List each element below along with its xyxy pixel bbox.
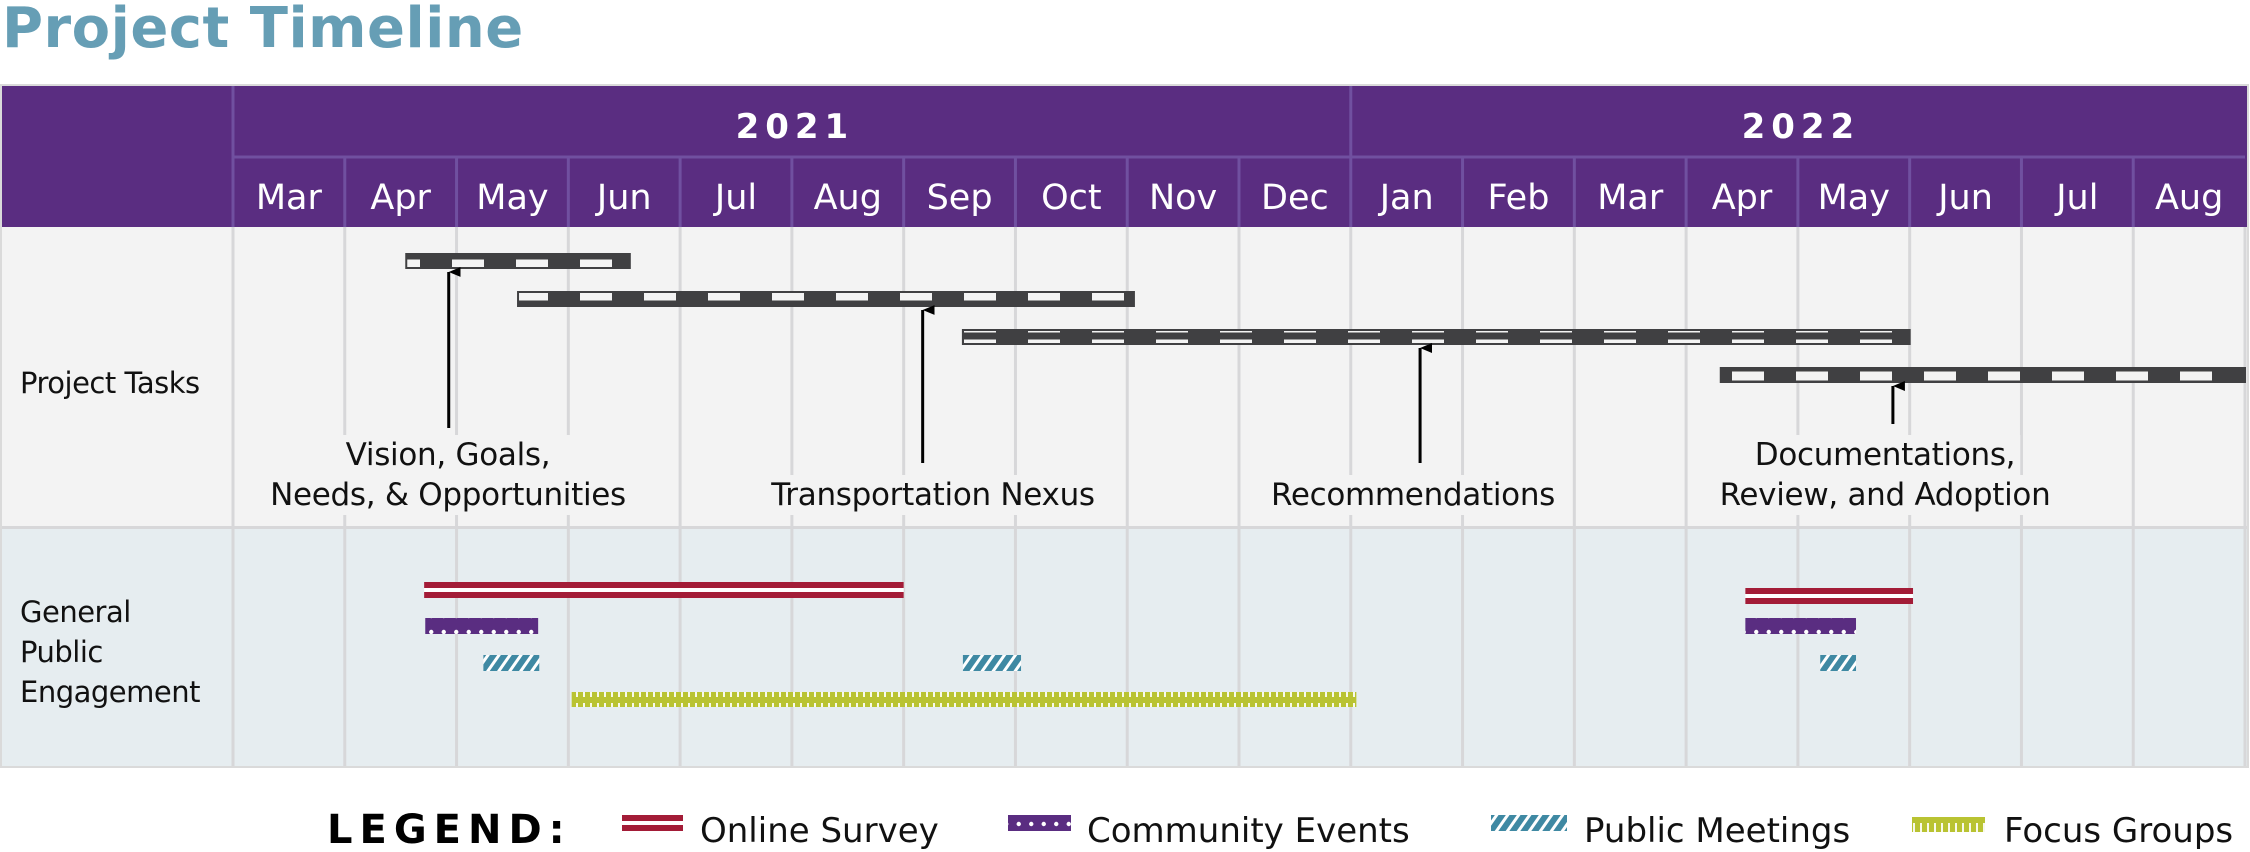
legend-item-online-survey: Online Survey bbox=[622, 811, 939, 851]
month-divider bbox=[1349, 157, 1353, 227]
month-divider bbox=[1684, 157, 1688, 227]
month-label: Jun bbox=[595, 178, 652, 218]
task-bar bbox=[961, 329, 1911, 345]
month-divider bbox=[1013, 157, 1017, 227]
month-label: May bbox=[1818, 178, 1890, 218]
legend-label: Focus Groups bbox=[2004, 811, 2233, 851]
legend-swatch bbox=[622, 815, 683, 831]
legend-swatch bbox=[1008, 815, 1071, 831]
legend-label: Community Events bbox=[1087, 811, 1410, 851]
task-label: Documentations, bbox=[1755, 437, 2015, 473]
month-divider bbox=[902, 157, 906, 227]
month-label: Jun bbox=[1936, 178, 1993, 218]
month-divider bbox=[1461, 157, 1465, 227]
community-events-bar bbox=[425, 618, 539, 634]
online-survey-band bbox=[1745, 598, 1914, 604]
row-label-engagement: Public bbox=[20, 635, 103, 669]
month-divider bbox=[678, 157, 682, 227]
timeline-chart: 2021 2022 Mar Apr May Jun Jul Aug Sep Oct Nov Dec Ja… bbox=[0, 84, 2249, 852]
year-label-2021: 2021 bbox=[736, 107, 855, 147]
focus-groups-bar bbox=[571, 692, 1357, 707]
legend: LEGEND: Online Survey Community Events Publ… bbox=[327, 807, 2233, 852]
gridline bbox=[1125, 227, 1129, 766]
row-label-engagement: General bbox=[20, 595, 131, 629]
month-divider bbox=[1572, 157, 1576, 227]
public-meetings-bar bbox=[962, 655, 1022, 671]
online-survey-band bbox=[622, 815, 683, 821]
engagement-online-survey bbox=[424, 582, 904, 598]
month-divider bbox=[1796, 157, 1800, 227]
gridline bbox=[2131, 227, 2135, 766]
month-label: Mar bbox=[256, 178, 323, 218]
month-label: Aug bbox=[2155, 178, 2223, 218]
community-events-bar bbox=[1008, 815, 1071, 831]
engagement-online-survey bbox=[1745, 588, 1914, 604]
task-label: Recommendations bbox=[1271, 477, 1555, 513]
month-divider bbox=[1125, 157, 1129, 227]
online-survey-band bbox=[1745, 588, 1914, 594]
gridline bbox=[1684, 227, 1688, 766]
year-divider bbox=[1349, 86, 1353, 157]
month-label: Feb bbox=[1487, 178, 1549, 218]
community-events-bar bbox=[1745, 618, 1857, 634]
gridline bbox=[1237, 227, 1241, 766]
engagement-public-meetings bbox=[962, 655, 1022, 671]
month-divider bbox=[566, 157, 570, 227]
month-divider bbox=[343, 157, 347, 227]
month-divider bbox=[2131, 157, 2135, 227]
month-label: Mar bbox=[1597, 178, 1664, 218]
task-bar bbox=[1719, 367, 2246, 383]
gridline bbox=[678, 227, 682, 766]
legend-item-focus-groups: Focus Groups bbox=[1912, 811, 2233, 851]
month-label: Oct bbox=[1041, 178, 1102, 218]
public-meetings-bar bbox=[1491, 815, 1567, 831]
month-label: Sep bbox=[927, 178, 993, 218]
year-label-2022: 2022 bbox=[1742, 107, 1861, 147]
engagement-community-events bbox=[1745, 618, 1857, 634]
engagement-focus-groups bbox=[571, 692, 1357, 707]
gridline bbox=[2243, 227, 2247, 766]
legend-swatch bbox=[1912, 817, 1985, 832]
legend-label: Online Survey bbox=[700, 811, 939, 851]
task-label: Review, and Adoption bbox=[1720, 477, 2051, 513]
legend-label: Public Meetings bbox=[1584, 811, 1850, 851]
legend-swatch bbox=[1491, 815, 1567, 831]
month-label: Dec bbox=[1261, 178, 1329, 218]
task-label: Needs, & Opportunities bbox=[270, 477, 626, 513]
month-label: Aug bbox=[814, 178, 882, 218]
month-label: Nov bbox=[1149, 178, 1217, 218]
gridline bbox=[231, 227, 235, 766]
month-divider bbox=[1237, 157, 1241, 227]
legend-item-public-meetings: Public Meetings bbox=[1491, 811, 1850, 851]
header: 2021 2022 Mar Apr May Jun Jul Aug Sep Oct Nov Dec Ja… bbox=[2, 86, 2247, 227]
legend-item-community-events: Community Events bbox=[1008, 811, 1410, 851]
month-label: May bbox=[476, 178, 548, 218]
month-label: Apr bbox=[1712, 178, 1773, 218]
online-survey-band bbox=[424, 592, 904, 598]
task-label: Vision, Goals, bbox=[346, 437, 551, 473]
month-label: Jul bbox=[713, 178, 757, 218]
month-divider bbox=[455, 157, 459, 227]
row-label-engagement: Engagement bbox=[20, 675, 200, 709]
engagement-community-events bbox=[425, 618, 539, 634]
month-label: Jan bbox=[1378, 178, 1434, 218]
gridline bbox=[1572, 227, 1576, 766]
legend-title: LEGEND: bbox=[327, 807, 572, 852]
online-survey-band bbox=[622, 825, 683, 831]
month-divider bbox=[1908, 157, 1912, 227]
month-divider bbox=[2019, 157, 2023, 227]
engagement-public-meetings bbox=[483, 655, 540, 671]
task-bar bbox=[405, 253, 631, 269]
public-meetings-bar bbox=[1820, 655, 1857, 671]
public-meetings-bar bbox=[483, 655, 540, 671]
engagement-public-meetings bbox=[1820, 655, 1857, 671]
month-label: Jul bbox=[2054, 178, 2098, 218]
month-divider bbox=[790, 157, 794, 227]
online-survey-band bbox=[424, 582, 904, 588]
task-label: Transportation Nexus bbox=[770, 477, 1095, 513]
task-bar bbox=[517, 291, 1135, 307]
month-label: Apr bbox=[370, 178, 431, 218]
row-label-project-tasks: Project Tasks bbox=[20, 366, 200, 400]
